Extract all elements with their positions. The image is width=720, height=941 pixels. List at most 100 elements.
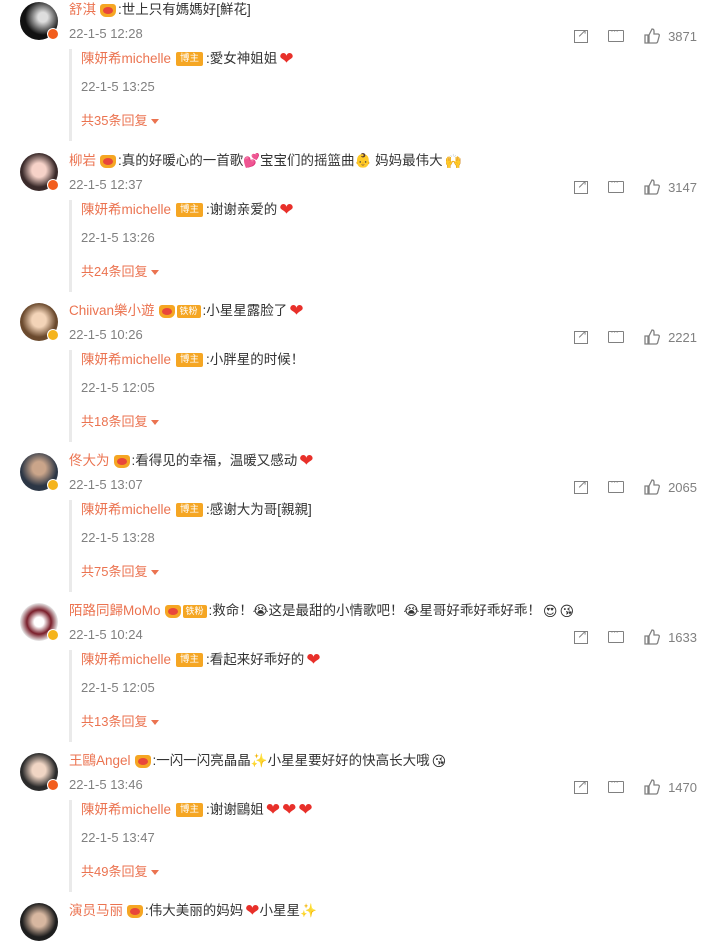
- thumbs-up-icon[interactable]: [644, 779, 661, 795]
- comment-line: 演员马丽 :伟大美丽的妈妈 ❤ 小星星✨: [69, 900, 317, 922]
- share-icon[interactable]: [574, 477, 589, 494]
- crown-icon: [113, 454, 130, 468]
- kiss-icon: 😘: [559, 603, 575, 619]
- username[interactable]: 陌路同歸MoMo: [69, 600, 161, 622]
- crown-icon: [134, 754, 151, 768]
- heart-eyes-icon: 😍: [542, 603, 558, 619]
- reply-username[interactable]: 陳妍希michelle: [81, 48, 171, 70]
- reply-line: 陳妍希michelle 博主 :看起来好乖好的 ❤: [81, 649, 321, 671]
- reply-username[interactable]: 陳妍希michelle: [81, 499, 171, 521]
- reply-time: 22-1-5 13:28: [81, 530, 155, 545]
- heart-icon: ❤: [306, 650, 321, 669]
- caret-down-icon: [151, 570, 160, 576]
- reply-line: 陳妍希michelle 博主 :感谢大为哥[親親]: [81, 499, 312, 521]
- username[interactable]: 演员马丽: [69, 900, 123, 922]
- like-count: 2065: [668, 479, 697, 495]
- verified-badge-icon: [47, 179, 59, 191]
- comment-text-continued: 小星星✨: [259, 903, 317, 918]
- comment-icon[interactable]: [608, 776, 625, 793]
- like-count: 1470: [668, 779, 697, 795]
- reply-text: :谢谢鷗姐: [206, 802, 264, 817]
- more-replies-label: 共18条回复: [81, 414, 148, 429]
- heart-icon: ❤: [289, 301, 304, 320]
- username[interactable]: Chiivan樂小遊: [69, 300, 155, 322]
- reply-username[interactable]: 陳妍希michelle: [81, 349, 171, 371]
- blogger-badge: 博主: [176, 803, 204, 817]
- comment-list: 舒淇 :世上只有媽媽好[鮮花] 22-1-5 12:28 3871 陳妍希mic…: [0, 0, 720, 941]
- comment-time: 22-1-5 12:37: [69, 177, 143, 192]
- comment-time: 22-1-5 10:26: [69, 327, 143, 342]
- reply-text: :愛女神姐姐: [206, 51, 278, 66]
- more-replies-link[interactable]: 共49条回复: [81, 861, 160, 880]
- username[interactable]: 佟大为: [69, 450, 110, 472]
- caret-down-icon: [151, 420, 160, 426]
- comment-text: :伟大美丽的妈妈: [145, 903, 244, 918]
- verified-badge-icon: [47, 28, 59, 40]
- reply-text: :感谢大为哥[親親]: [206, 502, 312, 517]
- share-icon[interactable]: [574, 777, 589, 794]
- crown-icon: [127, 904, 143, 918]
- reply-block: 陳妍希michelle 博主 :小胖星的时候！ 22-1-5 12:05 共18…: [69, 350, 692, 442]
- blogger-badge: 博主: [176, 52, 204, 66]
- fan-badge: 铁粉: [182, 604, 207, 618]
- reply-block: 陳妍希michelle 博主 :看起来好乖好的 ❤ 22-1-5 12:05 共…: [69, 650, 692, 742]
- share-icon[interactable]: [574, 627, 589, 644]
- comment-line: 陌路同歸MoMo 铁粉 :救命！😭这是最甜的小情歌吧！😭星哥好乖好乖好乖！ 😍 …: [69, 600, 574, 622]
- reply-block: 陳妍希michelle 博主 :谢谢亲爱的 ❤ 22-1-5 13:26 共24…: [69, 200, 692, 292]
- heart-icon: ❤: [282, 800, 297, 819]
- crown-icon: [100, 154, 116, 168]
- comment-icon[interactable]: [608, 626, 625, 643]
- like-count: 2221: [668, 329, 697, 345]
- reply-text: :小胖星的时候！: [206, 352, 305, 367]
- reply-block: 陳妍希michelle 博主 :愛女神姐姐 ❤ 22-1-5 13:25 共35…: [69, 49, 692, 141]
- crown-icon: [100, 3, 116, 17]
- comment-icon[interactable]: [608, 25, 625, 42]
- more-replies-link[interactable]: 共75条回复: [81, 561, 160, 580]
- username[interactable]: 舒淇: [69, 0, 96, 21]
- reply-text: :谢谢亲爱的: [206, 202, 278, 217]
- thumbs-up-icon[interactable]: [644, 629, 661, 645]
- share-icon[interactable]: [574, 177, 589, 194]
- caret-down-icon: [151, 720, 160, 726]
- blowing-kiss-icon: 😘: [431, 753, 447, 769]
- reply-username[interactable]: 陳妍希michelle: [81, 649, 171, 671]
- comment-text: :小星星露脸了: [202, 303, 288, 318]
- like-count: 1633: [668, 629, 697, 645]
- verified-badge-icon: [47, 629, 59, 641]
- more-replies-link[interactable]: 共24条回复: [81, 261, 160, 280]
- reply-line: 陳妍希michelle 博主 :小胖星的时候！: [81, 349, 304, 371]
- blogger-badge: 博主: [176, 503, 204, 517]
- share-icon[interactable]: [574, 327, 589, 344]
- blogger-badge: 博主: [176, 653, 204, 667]
- avatar[interactable]: [20, 903, 58, 941]
- comment-text: :一闪一闪亮晶晶✨小星星要好好的快高长大哦: [152, 753, 430, 768]
- reply-username[interactable]: 陳妍希michelle: [81, 199, 171, 221]
- heart-icon: ❤: [265, 800, 281, 819]
- reply-username[interactable]: 陳妍希michelle: [81, 799, 171, 821]
- heart-icon: ❤: [279, 200, 294, 219]
- thumbs-up-icon[interactable]: [644, 28, 661, 44]
- blogger-badge: 博主: [176, 353, 204, 367]
- fan-badge: 铁粉: [176, 304, 201, 318]
- heart-icon: ❤: [245, 901, 260, 920]
- comment-actions: 2221: [554, 326, 697, 347]
- comment-actions: 2065: [554, 476, 697, 497]
- comment-icon[interactable]: [608, 326, 625, 343]
- username[interactable]: 柳岩: [69, 150, 96, 172]
- comment-icon[interactable]: [608, 476, 625, 493]
- comment-time: 22-1-5 10:24: [69, 627, 143, 642]
- thumbs-up-icon[interactable]: [644, 329, 661, 345]
- share-icon[interactable]: [574, 26, 589, 43]
- thumbs-up-icon[interactable]: [644, 479, 661, 495]
- comment-line: 王鷗Angel :一闪一闪亮晶晶✨小星星要好好的快高长大哦 😘: [69, 750, 446, 772]
- username[interactable]: 王鷗Angel: [69, 750, 131, 772]
- thumbs-up-icon[interactable]: [644, 179, 661, 195]
- crown-icon: [158, 304, 175, 318]
- comment-icon[interactable]: [608, 176, 625, 193]
- more-replies-link[interactable]: 共13条回复: [81, 711, 160, 730]
- comment-line: 柳岩 :真的好暖心的一首歌💕宝宝们的摇篮曲👶 妈妈最伟大 🙌: [69, 150, 462, 172]
- more-replies-link[interactable]: 共18条回复: [81, 411, 160, 430]
- heart-icon: ❤: [279, 49, 294, 68]
- comment-time: 22-1-5 13:07: [69, 477, 143, 492]
- more-replies-link[interactable]: 共35条回复: [81, 110, 160, 129]
